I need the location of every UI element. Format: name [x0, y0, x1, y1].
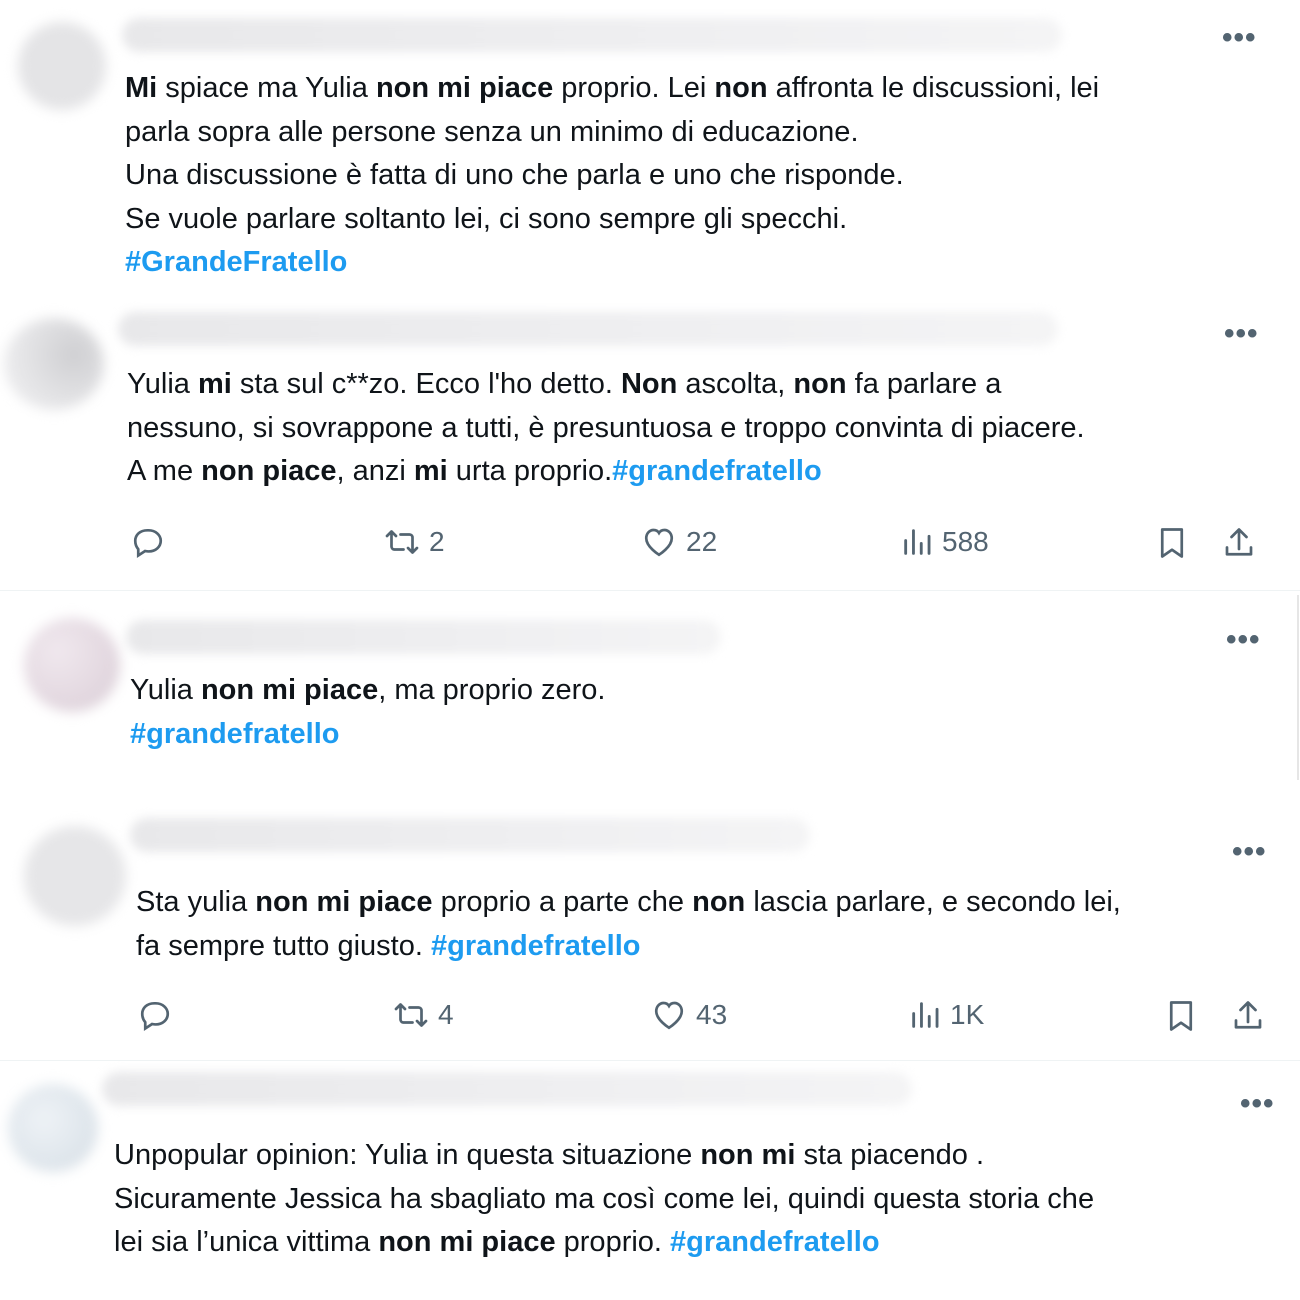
tweet-text-bold: non mi piace	[200, 674, 379, 706]
tweet-text-segment: A me	[127, 455, 202, 487]
reply-button[interactable]	[130, 524, 166, 560]
share-icon	[1234, 1001, 1262, 1029]
tweet-text-bold: non piace	[201, 455, 337, 487]
tweet-text-bold: Mi	[125, 72, 158, 104]
tweet-text-segment: spiace ma Yulia	[157, 72, 376, 104]
tweet-text-segment: nessuno, si sovrappone a tutti, è presun…	[127, 411, 1085, 444]
tweet-text: Sta yulia non mi piace proprio a parte c…	[136, 881, 1296, 968]
like-count: 43	[696, 999, 728, 1030]
author-name-blurred[interactable]	[118, 312, 1058, 346]
view-count: 588	[942, 526, 989, 557]
like-count: 22	[686, 526, 718, 557]
tweet-text-segment: proprio a parte che	[432, 886, 693, 918]
repost-icon	[394, 1003, 428, 1027]
views-icon	[904, 529, 931, 555]
more-options-icon[interactable]: •••	[1226, 625, 1266, 655]
divider	[0, 590, 1300, 591]
tweet-text-segment: Una discussione è fatta di uno che parla…	[125, 159, 904, 191]
hashtag-link[interactable]: #GrandeFratello	[125, 246, 347, 278]
bookmark-icon	[1160, 528, 1184, 558]
hashtag-link[interactable]: #grandefratello	[431, 930, 641, 962]
tweet-text-segment: Sta yulia	[136, 886, 256, 918]
tweet-text-bold: non mi piace	[255, 886, 433, 918]
author-name-blurred[interactable]	[102, 1072, 912, 1106]
reply-icon	[140, 1001, 170, 1031]
tweet-text-bold: mi	[197, 368, 232, 400]
tweet-text-segment: sta sul c**zo. Ecco l'ho detto.	[231, 368, 621, 400]
tweet-text-segment: sta piacendo .	[795, 1139, 985, 1171]
tweet-text-segment: Yulia	[127, 368, 198, 400]
tweet-text-segment: lei sia l’unica vittima	[114, 1226, 379, 1258]
tweet-text-segment: Yulia	[130, 674, 201, 706]
share-button[interactable]	[1221, 524, 1257, 562]
hashtag-link[interactable]: #grandefratello	[670, 1226, 880, 1258]
tweet-text: Yulia mi sta sul c**zo. Ecco l'ho detto.…	[127, 363, 1287, 494]
tweet-text-bold: non mi piace	[378, 1226, 556, 1258]
author-name-blurred[interactable]	[126, 620, 721, 654]
avatar[interactable]	[18, 22, 106, 110]
tweet-text: Mi spiace ma Yulia non mi piace proprio.…	[125, 67, 1285, 285]
repost-button[interactable]: 4	[392, 997, 454, 1033]
repost-button[interactable]: 2	[383, 524, 445, 560]
tweet-text: Yulia non mi piace, ma proprio zero. #gra…	[130, 669, 1290, 756]
hashtag-link[interactable]: #grandefratello	[130, 718, 340, 750]
avatar[interactable]	[24, 826, 126, 926]
tweet-text-segment: fa sempre tutto giusto.	[136, 929, 431, 962]
tweet-text-segment: proprio.	[555, 1226, 671, 1258]
more-options-icon[interactable]: •••	[1224, 319, 1264, 349]
avatar[interactable]	[4, 318, 104, 410]
tweet-text: Unpopular opinion: Yulia in questa situa…	[114, 1134, 1294, 1265]
tweet-text-segment: fa parlare a	[846, 368, 1002, 400]
avatar[interactable]	[24, 618, 120, 712]
repost-count: 4	[438, 999, 454, 1030]
heart-icon	[654, 1001, 684, 1030]
hashtag-link[interactable]: #grandefratello	[612, 455, 822, 487]
share-icon	[1225, 528, 1253, 556]
author-name-blurred[interactable]	[130, 818, 810, 852]
view-count: 1K	[950, 999, 985, 1030]
repost-icon	[385, 530, 419, 554]
bookmark-icon	[1169, 1001, 1193, 1031]
tweet-text-segment: parla sopra alle persone senza un minimo…	[125, 115, 859, 148]
heart-icon	[644, 528, 674, 557]
more-options-icon[interactable]: •••	[1240, 1089, 1280, 1119]
tweet-text-bold: non	[793, 368, 847, 400]
tweet-text-segment: Se vuole parlare soltanto lei, ci sono s…	[125, 202, 848, 235]
tweet-text-segment: affronta le discussioni, lei	[767, 72, 1100, 104]
tweet-text-segment: lascia parlare, e secondo lei,	[745, 886, 1121, 918]
tweet-text-segment: Unpopular opinion: Yulia in questa situa…	[114, 1139, 701, 1171]
more-options-icon[interactable]: •••	[1222, 23, 1262, 53]
divider	[0, 1060, 1300, 1061]
repost-count: 2	[429, 526, 445, 557]
tweet-text-bold: non	[714, 72, 768, 104]
like-button[interactable]: 43	[650, 997, 727, 1033]
views-button[interactable]: 1K	[908, 997, 984, 1033]
tweet-text-segment: , anzi	[336, 455, 414, 487]
tweet-text-bold: non mi piace	[375, 72, 554, 104]
more-options-icon[interactable]: •••	[1232, 837, 1272, 867]
like-button[interactable]: 22	[640, 524, 717, 560]
views-icon	[912, 1002, 939, 1028]
bookmark-button[interactable]	[1154, 524, 1190, 562]
views-button[interactable]: 588	[900, 524, 989, 560]
tweet-text-segment: , ma proprio zero.	[378, 674, 606, 706]
tweet-text-bold: non	[692, 886, 746, 918]
avatar[interactable]	[8, 1084, 98, 1172]
tweet-text-segment: proprio. Lei	[553, 72, 715, 104]
author-name-blurred[interactable]	[122, 18, 1062, 52]
tweet-text-segment: Sicuramente Jessica ha sbagliato ma così…	[114, 1182, 1095, 1215]
share-button[interactable]	[1230, 997, 1266, 1035]
reply-icon	[133, 528, 163, 558]
divider	[1297, 595, 1299, 780]
tweet-text-segment: ascolta,	[677, 368, 794, 400]
tweet-text-segment: urta proprio.	[447, 455, 613, 487]
reply-button[interactable]	[137, 997, 173, 1033]
tweet-text-bold: non mi	[700, 1139, 796, 1171]
bookmark-button[interactable]	[1163, 997, 1199, 1035]
tweet-text-bold: Non	[620, 368, 678, 400]
tweet-text-bold: mi	[413, 455, 448, 487]
